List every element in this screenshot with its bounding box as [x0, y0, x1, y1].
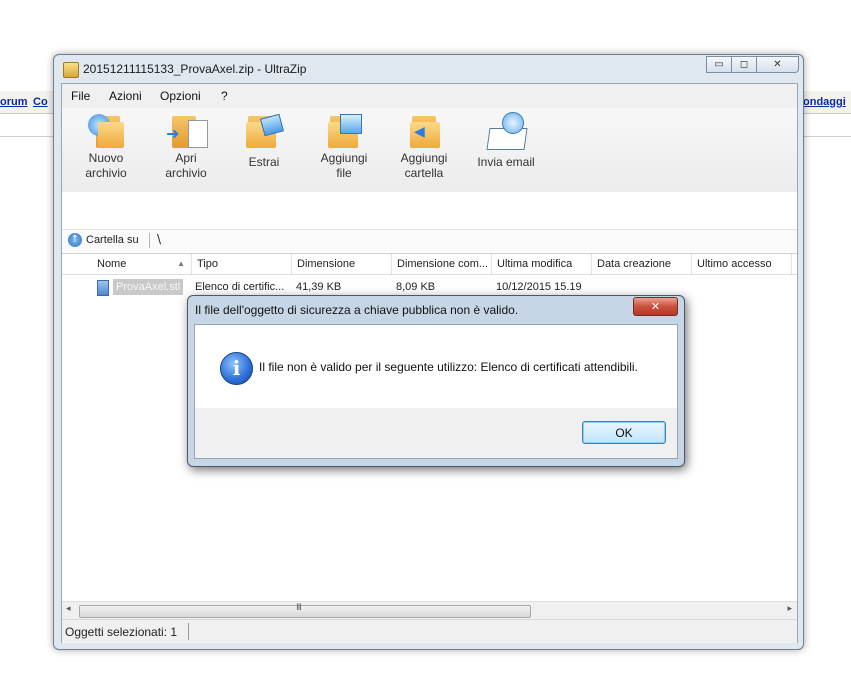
add-folder-button[interactable]: ◀ Aggiungi cartella	[385, 112, 463, 190]
send-email-button[interactable]: Invia email	[467, 112, 545, 190]
dialog-close-button[interactable]: ✕	[633, 297, 678, 316]
open-archive-icon: ➜	[166, 112, 208, 150]
file-type: Elenco di certific...	[195, 281, 285, 293]
file-created	[596, 277, 691, 297]
column-header-ultima-modifica[interactable]: Ultima modifica	[492, 254, 592, 274]
status-bar: Oggetti selezionati: 1	[62, 619, 797, 643]
dialog-message: Il file non è valido per il seguente uti…	[259, 360, 638, 374]
ok-button[interactable]: OK	[582, 421, 666, 444]
email-icon	[486, 112, 528, 150]
add-file-button[interactable]: Aggiungi file	[305, 112, 383, 190]
column-headers: Nome ▲ Tipo Dimensione Dimensione com...…	[62, 253, 797, 275]
column-header-ultimo-accesso[interactable]: Ultimo accesso	[692, 254, 792, 274]
status-separator	[188, 623, 189, 640]
column-header-data-creazione[interactable]: Data creazione	[592, 254, 692, 274]
extract-icon	[244, 112, 284, 150]
toolbar: Nuovo archivio ➜ Apri archivio Estrai Ag…	[62, 108, 797, 192]
menu-opzioni[interactable]: Opzioni	[160, 89, 201, 103]
extract-button[interactable]: Estrai	[225, 112, 303, 190]
current-path: \	[157, 232, 162, 246]
up-arrow-icon[interactable]: ↑	[68, 233, 82, 247]
open-archive-label: Apri archivio	[165, 151, 207, 180]
file-compressed-size: 8,09 KB	[396, 281, 436, 293]
file-size: 41,39 KB	[296, 281, 342, 293]
file-accessed	[696, 277, 791, 297]
background-link-forum[interactable]: orum	[0, 96, 28, 108]
scroll-thumb[interactable]: III	[79, 603, 531, 618]
file-modified: 10/12/2015 15.19	[496, 281, 582, 293]
address-separator	[149, 233, 150, 248]
add-file-icon	[324, 112, 364, 150]
title-bar[interactable]: 20151211115133_ProvaAxel.zip - UltraZip …	[54, 55, 803, 83]
menu-azioni[interactable]: Azioni	[109, 89, 142, 103]
file-name[interactable]: ProvaAxel.stl	[113, 279, 184, 295]
send-email-label: Invia email	[477, 155, 535, 169]
error-dialog: Il file dell'oggetto di sicurezza a chia…	[187, 295, 685, 467]
scroll-right-icon[interactable]: ▸	[787, 604, 792, 614]
dialog-title: Il file dell'oggetto di sicurezza a chia…	[195, 303, 519, 317]
add-folder-icon: ◀	[404, 112, 444, 150]
extract-label: Estrai	[248, 155, 280, 169]
ultrazip-app-icon	[63, 62, 79, 78]
maximize-button[interactable]: ◻	[731, 56, 757, 73]
table-row[interactable]: ProvaAxel.stl Elenco di certific... 41,3…	[62, 277, 797, 297]
new-archive-icon	[86, 112, 126, 150]
horizontal-scrollbar[interactable]: ◂ III ▸	[62, 601, 797, 619]
window-controls: ▭ ◻ ✕	[706, 56, 799, 74]
column-header-nome-label: Nome	[97, 258, 127, 270]
background-link-co[interactable]: Co	[33, 96, 48, 108]
dialog-body: i Il file non è valido per il seguente u…	[194, 324, 678, 409]
column-header-tipo[interactable]: Tipo	[192, 254, 292, 274]
new-archive-button[interactable]: Nuovo archivio	[67, 112, 145, 190]
add-folder-label: Aggiungi cartella	[400, 151, 448, 180]
menu-bar: File Azioni Opzioni ?	[62, 84, 797, 108]
scroll-grip-icon: III	[296, 603, 302, 613]
info-icon: i	[220, 352, 253, 385]
dialog-footer: OK	[194, 408, 678, 459]
sort-ascending-icon: ▲	[177, 259, 185, 268]
menu-file[interactable]: File	[71, 89, 90, 103]
window-title: 20151211115133_ProvaAxel.zip - UltraZip	[83, 62, 307, 76]
column-header-dimensione-compressa[interactable]: Dimensione com...	[392, 254, 492, 274]
minimize-button[interactable]: ▭	[706, 56, 732, 73]
column-header-nome[interactable]: Nome ▲	[92, 254, 192, 274]
close-button[interactable]: ✕	[756, 56, 799, 73]
background-link-sondaggi[interactable]: ondaggi	[803, 96, 846, 108]
folder-up-button[interactable]: Cartella su	[86, 234, 139, 246]
certificate-file-icon	[97, 280, 109, 296]
address-bar: ↑ Cartella su \	[62, 229, 797, 252]
status-selected-count: Oggetti selezionati: 1	[65, 625, 178, 639]
menu-help[interactable]: ?	[221, 89, 228, 103]
new-archive-label: Nuovo archivio	[85, 151, 127, 180]
add-file-label: Aggiungi file	[320, 151, 368, 180]
column-header-dimensione[interactable]: Dimensione	[292, 254, 392, 274]
open-archive-button[interactable]: ➜ Apri archivio	[147, 112, 225, 190]
scroll-left-icon[interactable]: ◂	[66, 604, 71, 614]
